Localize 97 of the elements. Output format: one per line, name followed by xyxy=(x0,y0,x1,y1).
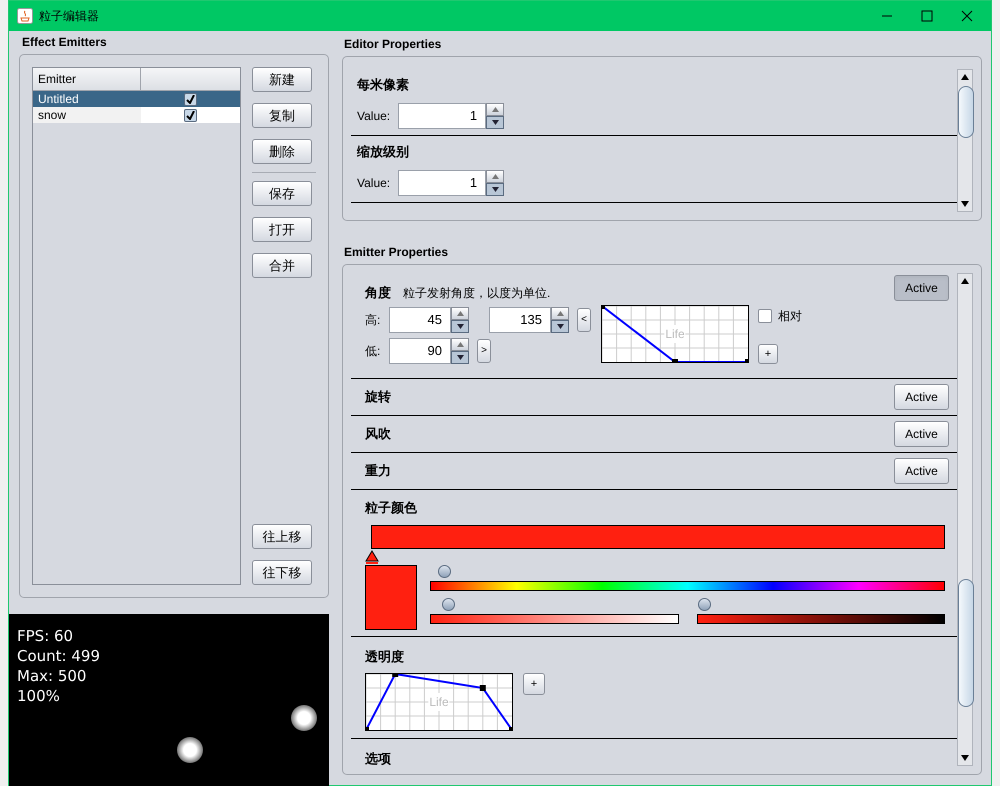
checkbox[interactable] xyxy=(184,92,197,106)
field-label: 高: xyxy=(365,312,381,328)
close-icon[interactable] xyxy=(961,10,973,22)
particle-icon xyxy=(177,737,203,763)
stat-text: 100% xyxy=(17,686,61,706)
emitter-name: Untitled xyxy=(37,91,80,107)
down-arrow-icon xyxy=(492,186,499,192)
scroll-up-icon[interactable] xyxy=(961,278,969,284)
panel-title: Emitter Properties xyxy=(344,244,450,261)
spinner-up-button[interactable] xyxy=(486,102,504,116)
side-button[interactable]: 往上移 xyxy=(252,524,312,549)
color-swatch xyxy=(365,565,417,630)
chart-label: Life xyxy=(428,693,450,711)
spinner-down-button[interactable] xyxy=(451,350,469,364)
scrollbar[interactable] xyxy=(957,69,973,212)
spinner-up-button[interactable] xyxy=(486,170,504,183)
spinner-down-button[interactable] xyxy=(486,182,504,196)
down-arrow-icon xyxy=(556,324,564,328)
stat-text: Max: 500 xyxy=(17,666,88,686)
emitter-row[interactable]: Untitled xyxy=(33,91,240,107)
section-title: 角度 xyxy=(365,284,391,302)
slider-knob-icon[interactable] xyxy=(438,565,451,578)
saturation-slider-track[interactable] xyxy=(430,614,678,624)
checkbox-label: 相对 xyxy=(778,308,802,324)
number-field[interactable]: 90 xyxy=(389,338,451,364)
up-arrow-icon xyxy=(456,310,464,316)
field-label: Value: xyxy=(357,174,390,192)
active-toggle[interactable]: Active xyxy=(894,458,949,484)
up-arrow-icon xyxy=(456,342,464,346)
checkbox[interactable] xyxy=(758,308,772,322)
down-arrow-icon xyxy=(492,120,499,125)
up-arrow-icon xyxy=(492,106,499,112)
active-toggle[interactable]: Active xyxy=(894,384,949,410)
curve-chart[interactable] xyxy=(366,674,512,730)
property-title: 缩放级别 xyxy=(357,143,410,162)
scroll-up-icon[interactable] xyxy=(961,74,969,80)
maximize-icon[interactable] xyxy=(921,10,933,22)
hue-slider-track[interactable] xyxy=(430,581,945,591)
up-arrow-icon xyxy=(556,310,564,316)
up-arrow-icon xyxy=(492,174,499,179)
curve-chart[interactable] xyxy=(602,306,748,362)
field-label: 低: xyxy=(365,342,381,360)
scroll-down-icon[interactable] xyxy=(961,755,969,761)
add-button[interactable]: + xyxy=(523,673,545,695)
spinner-down-button[interactable] xyxy=(486,116,504,129)
down-arrow-icon xyxy=(456,354,464,360)
active-toggle[interactable]: Active xyxy=(894,421,949,447)
side-button[interactable]: 保存 xyxy=(252,181,312,206)
slider-knob-icon[interactable] xyxy=(442,598,455,611)
gradient-bar[interactable] xyxy=(371,525,945,549)
number-field[interactable]: 45 xyxy=(389,306,451,332)
panel-title: Editor Properties xyxy=(344,36,442,53)
emitter-name: snow xyxy=(33,107,141,123)
particle-icon xyxy=(291,705,317,731)
spinner-up-button[interactable] xyxy=(451,338,469,350)
down-arrow-icon xyxy=(456,324,464,328)
scrollbar-thumb[interactable] xyxy=(958,86,974,138)
number-field[interactable]: 1 xyxy=(398,102,486,129)
field-label: Value: xyxy=(357,108,390,125)
side-button[interactable]: 合并 xyxy=(252,253,312,278)
property-title: 每米像素 xyxy=(357,76,410,94)
active-toggle[interactable]: Active xyxy=(894,275,949,301)
spinner-down-button[interactable] xyxy=(451,320,469,332)
section-title: 旋转 xyxy=(365,388,391,406)
add-button[interactable]: + xyxy=(758,344,778,364)
panel-title: Effect Emitters xyxy=(22,34,108,51)
section-title: 透明度 xyxy=(365,649,404,664)
scrollbar[interactable] xyxy=(957,273,973,766)
section-title: 粒子颜色 xyxy=(365,500,417,515)
emitter-row[interactable]: snow xyxy=(33,107,240,123)
spinner-up-button[interactable] xyxy=(451,306,469,320)
section-description: 粒子发射角度，以度为单位. xyxy=(403,284,550,302)
spinner-up-button[interactable] xyxy=(551,306,569,320)
section-title: 重力 xyxy=(365,462,391,480)
brightness-slider-track[interactable] xyxy=(696,614,945,624)
window-title: 粒子编辑器 xyxy=(39,8,99,25)
side-button[interactable]: 打开 xyxy=(252,217,312,242)
stat-text: FPS: 60 xyxy=(17,626,74,646)
side-button[interactable]: 删除 xyxy=(252,139,312,164)
slider-knob-icon[interactable] xyxy=(698,598,710,611)
app-icon xyxy=(17,8,33,24)
side-button[interactable]: 往下移 xyxy=(252,560,312,585)
number-field[interactable]: 135 xyxy=(489,306,551,332)
triangle-marker-icon[interactable] xyxy=(365,550,379,564)
stat-text: Count: 499 xyxy=(17,646,101,666)
chart-label: Life xyxy=(664,324,686,342)
section-title: 风吹 xyxy=(365,425,391,444)
scroll-down-icon[interactable] xyxy=(961,201,969,207)
number-field[interactable]: 1 xyxy=(398,170,486,196)
expand-button[interactable]: > xyxy=(477,338,491,362)
section-title: 选项 xyxy=(365,751,391,766)
spinner-down-button[interactable] xyxy=(551,320,569,332)
checkbox[interactable] xyxy=(184,108,197,122)
scrollbar-thumb[interactable] xyxy=(958,579,974,707)
side-button[interactable]: 复制 xyxy=(252,103,312,128)
side-button[interactable]: 新建 xyxy=(252,67,312,92)
collapse-button[interactable]: < xyxy=(577,308,591,332)
